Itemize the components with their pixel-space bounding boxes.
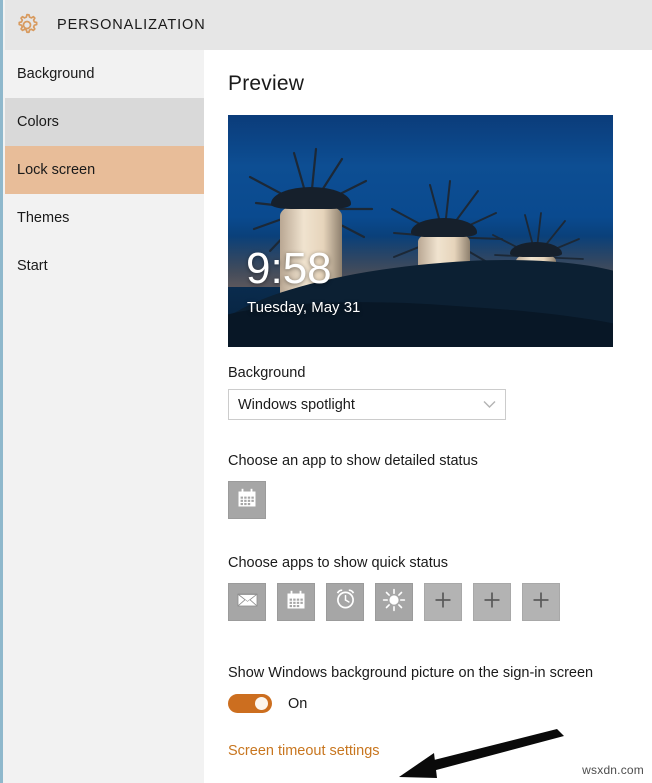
sidebar-item-label: Background [17, 66, 95, 82]
quick-status-tile-calendar[interactable] [277, 583, 315, 621]
preview-heading: Preview [228, 72, 305, 95]
signin-toggle-state-label: On [288, 695, 308, 712]
sidebar-item-start[interactable]: Start [5, 242, 204, 290]
quick-status-tile-mail[interactable] [228, 583, 266, 621]
plus-icon [433, 590, 453, 615]
calendar-icon [236, 487, 258, 514]
quick-status-tile-weather[interactable] [375, 583, 413, 621]
weather-sun-icon [382, 588, 406, 617]
quick-status-tile-alarm[interactable] [326, 583, 364, 621]
signin-background-toggle[interactable] [228, 694, 272, 713]
background-dropdown-value: Windows spotlight [238, 396, 355, 413]
content-pane: Preview 9:58 Tuesday, May 31 Background … [204, 50, 652, 783]
detailed-status-label: Choose an app to show detailed status [228, 453, 478, 469]
window-left-inner-edge [3, 0, 5, 783]
window-header: PERSONALIZATION [0, 0, 652, 50]
alarm-clock-icon [334, 588, 357, 616]
plus-icon [531, 590, 551, 615]
sidebar-item-label: Lock screen [17, 162, 96, 178]
sidebar-item-label: Start [17, 258, 48, 274]
sidebar-item-label: Themes [17, 210, 70, 226]
detailed-status-tile-row [228, 481, 652, 519]
preview-clock-time: 9:58 [246, 244, 332, 293]
calendar-icon [285, 589, 307, 616]
sidebar-item-label: Colors [17, 114, 59, 130]
site-watermark: wsxdn.com [582, 763, 644, 777]
sidebar-item-lock-screen[interactable]: Lock screen [5, 146, 204, 194]
signin-toggle-row: On [228, 694, 652, 713]
gear-icon [10, 8, 44, 42]
sidebar: Background Colors Lock screen Themes Sta… [5, 50, 204, 783]
quick-status-tile-row [228, 583, 652, 621]
detailed-status-tile-calendar[interactable] [228, 481, 266, 519]
sidebar-item-background[interactable]: Background [5, 50, 204, 98]
sidebar-item-colors[interactable]: Colors [5, 98, 204, 146]
quick-status-label: Choose apps to show quick status [228, 555, 449, 571]
lock-screen-preview: 9:58 Tuesday, May 31 [228, 115, 613, 347]
page-title: PERSONALIZATION [57, 17, 206, 33]
sidebar-item-themes[interactable]: Themes [5, 194, 204, 242]
quick-status-tile-add-3[interactable] [522, 583, 560, 621]
quick-status-tile-add-2[interactable] [473, 583, 511, 621]
background-label: Background [228, 365, 306, 381]
screen-timeout-settings-link[interactable]: Screen timeout settings [228, 743, 380, 759]
signin-background-label: Show Windows background picture on the s… [228, 665, 594, 681]
preview-clock-date: Tuesday, May 31 [247, 299, 361, 316]
plus-icon [482, 590, 502, 615]
settings-window: PERSONALIZATION Background Colors Lock s… [0, 0, 652, 783]
quick-status-tile-add-1[interactable] [424, 583, 462, 621]
mail-icon [236, 588, 259, 616]
chevron-down-icon [482, 398, 496, 412]
toggle-knob [255, 697, 268, 710]
background-dropdown[interactable]: Windows spotlight [228, 389, 506, 420]
